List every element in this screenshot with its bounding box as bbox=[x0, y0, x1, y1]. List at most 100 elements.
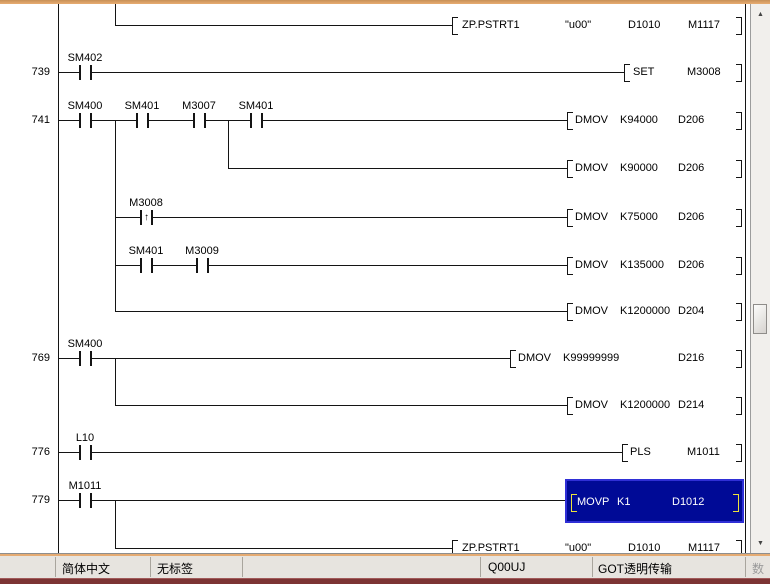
instruction-opcode[interactable]: DMOV bbox=[575, 305, 608, 317]
wire bbox=[115, 358, 116, 406]
wire bbox=[58, 72, 625, 73]
contact-label: SM402 bbox=[67, 52, 103, 64]
wire bbox=[58, 452, 622, 453]
instruction-operand[interactable]: K99999999 bbox=[563, 352, 619, 364]
scroll-up-button[interactable]: ▲ bbox=[751, 6, 770, 22]
instruction-operand[interactable]: M1011 bbox=[687, 446, 720, 458]
contact-M3009[interactable] bbox=[196, 258, 209, 273]
instruction-opcode[interactable]: PLS bbox=[630, 446, 651, 458]
instruction-operand[interactable]: M1117 bbox=[688, 19, 720, 31]
wire bbox=[115, 405, 567, 406]
statusbar-separator bbox=[55, 557, 56, 577]
instruction-close-bracket bbox=[736, 303, 742, 321]
instruction-close-bracket bbox=[733, 494, 739, 512]
instruction-close-bracket bbox=[736, 397, 742, 415]
rung-number[interactable]: 741 bbox=[6, 114, 50, 126]
instruction-operand[interactable]: K1 bbox=[617, 496, 630, 508]
contact-M1011[interactable] bbox=[79, 493, 92, 508]
wire bbox=[115, 500, 116, 549]
instruction-operand[interactable]: D214 bbox=[678, 399, 704, 411]
wire bbox=[115, 4, 116, 25]
statusbar-connection: GOT透明传输 bbox=[598, 562, 672, 576]
instruction-operand[interactable]: D206 bbox=[678, 211, 704, 223]
instruction-operand[interactable]: D206 bbox=[678, 259, 704, 271]
wire bbox=[228, 120, 229, 169]
contact-label: M3008 bbox=[129, 197, 163, 209]
instruction-close-bracket bbox=[736, 17, 742, 35]
contact-SM401[interactable] bbox=[136, 113, 149, 128]
instruction-operand[interactable]: K75000 bbox=[620, 211, 658, 223]
instruction-open-bracket bbox=[452, 17, 458, 35]
instruction-operand[interactable]: D1010 bbox=[628, 19, 660, 31]
right-power-rail bbox=[745, 4, 746, 553]
instruction-operand[interactable]: D206 bbox=[678, 114, 704, 126]
contact-label: M1011 bbox=[68, 480, 102, 492]
instruction-open-bracket bbox=[567, 160, 573, 178]
selected-instruction[interactable]: MOVP K1 D1012 bbox=[565, 479, 744, 523]
instruction-close-bracket bbox=[736, 444, 742, 462]
rung-number[interactable]: 769 bbox=[6, 352, 50, 364]
contact-SM401[interactable] bbox=[250, 113, 263, 128]
contact-label: L10 bbox=[75, 432, 95, 444]
statusbar-separator bbox=[592, 557, 593, 577]
statusbar-separator bbox=[480, 557, 481, 577]
instruction-close-bracket bbox=[736, 257, 742, 275]
contact-SM402[interactable] bbox=[79, 65, 92, 80]
instruction-operand[interactable]: D206 bbox=[678, 162, 704, 174]
wire bbox=[58, 358, 510, 359]
scroll-down-button[interactable]: ▼ bbox=[751, 535, 770, 551]
instruction-operand[interactable]: D204 bbox=[678, 305, 704, 317]
wire bbox=[58, 500, 566, 501]
instruction-opcode[interactable]: SET bbox=[633, 66, 654, 78]
rising-edge-icon: ↑ bbox=[144, 211, 149, 223]
window-bottom-border bbox=[0, 578, 770, 584]
scroll-up-icon: ▲ bbox=[757, 10, 764, 18]
instruction-open-bracket bbox=[622, 444, 628, 462]
contact-SM400[interactable] bbox=[79, 113, 92, 128]
instruction-operand[interactable]: K1200000 bbox=[620, 399, 670, 411]
instruction-operand[interactable]: D216 bbox=[678, 352, 704, 364]
instruction-operand[interactable]: M3008 bbox=[687, 66, 721, 78]
scrollbar-thumb[interactable] bbox=[753, 304, 767, 334]
instruction-operand[interactable]: K135000 bbox=[620, 259, 664, 271]
instruction-close-bracket bbox=[736, 350, 742, 368]
instruction-opcode[interactable]: DMOV bbox=[518, 352, 551, 364]
statusbar-right-text: 数 bbox=[752, 562, 765, 576]
wire bbox=[115, 548, 452, 549]
contact-M3008-rising[interactable]: ↑ bbox=[140, 210, 153, 225]
instruction-opcode[interactable]: MOVP bbox=[577, 496, 609, 508]
instruction-opcode[interactable]: DMOV bbox=[575, 259, 608, 271]
instruction-opcode[interactable]: DMOV bbox=[575, 114, 608, 126]
instruction-operand[interactable]: "u00" bbox=[565, 19, 591, 31]
statusbar-separator bbox=[242, 557, 243, 577]
wire bbox=[228, 168, 567, 169]
instruction-opcode[interactable]: DMOV bbox=[575, 162, 608, 174]
contact-label: SM401 bbox=[238, 100, 274, 112]
instruction-operand[interactable]: K94000 bbox=[620, 114, 658, 126]
instruction-operand[interactable]: K90000 bbox=[620, 162, 658, 174]
rung-number[interactable]: 776 bbox=[6, 446, 50, 458]
instruction-operand[interactable]: D1012 bbox=[672, 496, 704, 508]
wire bbox=[58, 120, 567, 121]
instruction-operand[interactable]: K1200000 bbox=[620, 305, 670, 317]
statusbar-language: 简体中文 bbox=[62, 562, 111, 576]
instruction-open-bracket bbox=[567, 257, 573, 275]
contact-M3007[interactable] bbox=[193, 113, 206, 128]
contact-SM401[interactable] bbox=[140, 258, 153, 273]
instruction-open-bracket bbox=[624, 64, 630, 82]
wire bbox=[115, 120, 116, 312]
vertical-scrollbar[interactable]: ▲ ▼ bbox=[750, 4, 770, 553]
instruction-open-bracket bbox=[510, 350, 516, 368]
instruction-opcode[interactable]: ZP.PSTRT1 bbox=[462, 19, 520, 31]
scroll-down-icon: ▼ bbox=[757, 539, 764, 547]
rung-number[interactable]: 779 bbox=[6, 494, 50, 506]
contact-SM400[interactable] bbox=[79, 351, 92, 366]
ladder-editor-window: ZP.PSTRT1 "u00" D1010 M1117 739 SM402 SE… bbox=[0, 0, 770, 584]
wire bbox=[115, 265, 567, 266]
instruction-opcode[interactable]: DMOV bbox=[575, 211, 608, 223]
rung-number[interactable]: 739 bbox=[6, 66, 50, 78]
instruction-opcode[interactable]: DMOV bbox=[575, 399, 608, 411]
statusbar-separator bbox=[150, 557, 151, 577]
contact-label: SM400 bbox=[67, 338, 103, 350]
contact-L10[interactable] bbox=[79, 445, 92, 460]
